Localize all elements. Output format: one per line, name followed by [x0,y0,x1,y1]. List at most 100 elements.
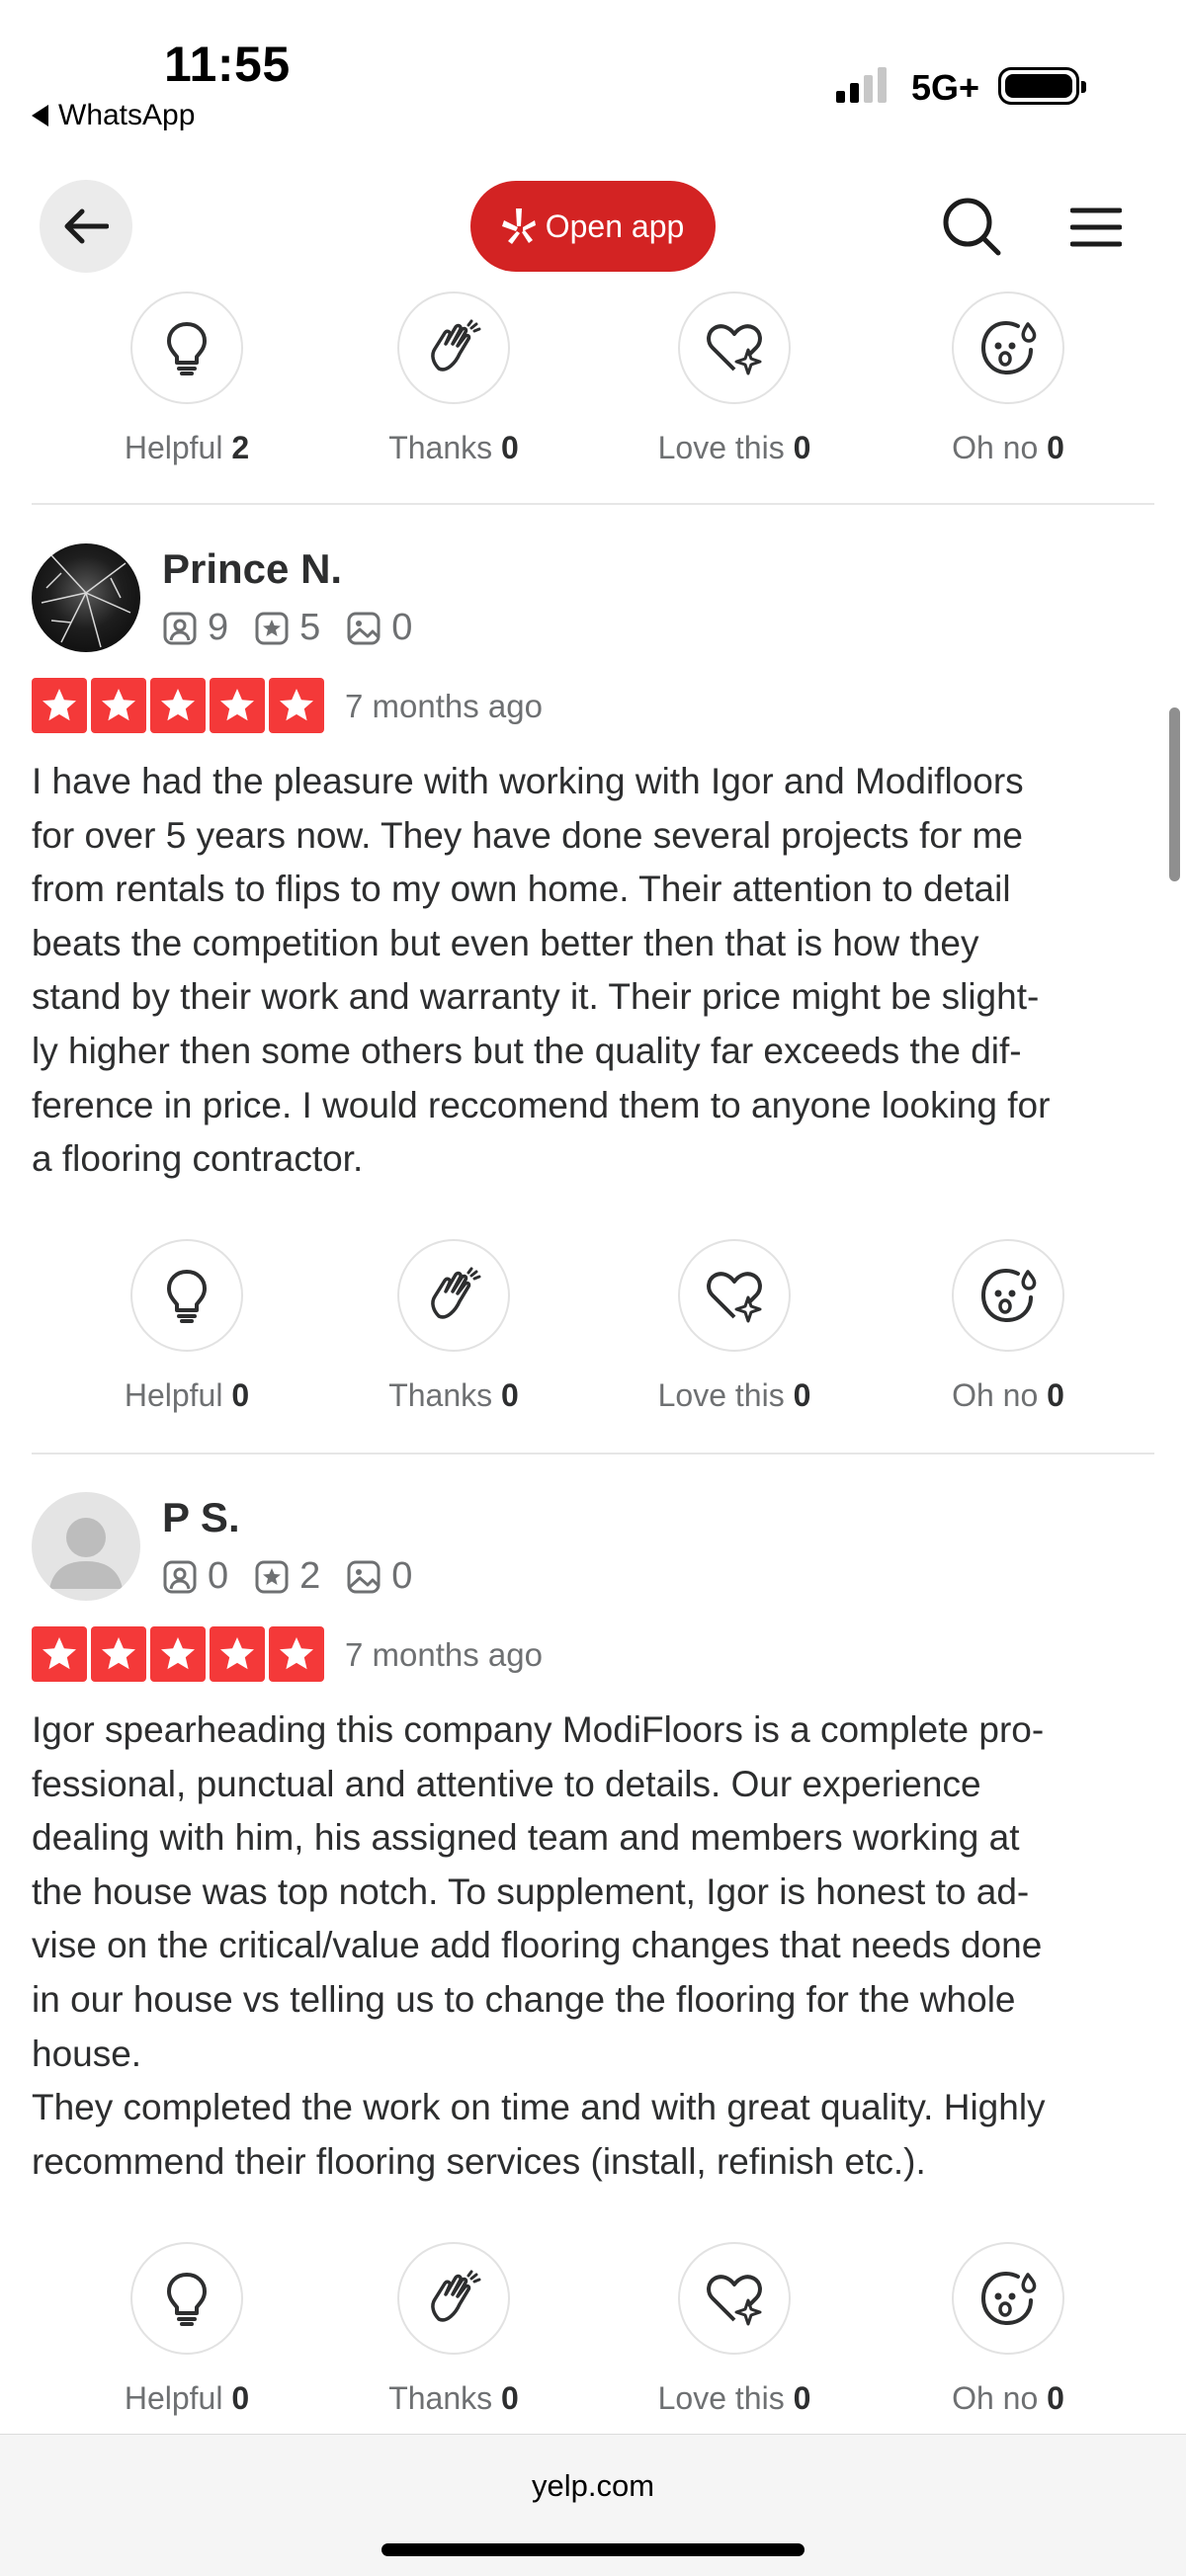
friends-icon [163,1560,197,1593]
review-date: 7 months ago [345,1636,543,1673]
love-this-count: 0 [793,2380,811,2416]
thanks-label: Thanks [388,430,493,465]
sweat-face-icon [980,2271,1037,2326]
photos-count: 0 [391,607,413,648]
sweat-face-icon [980,1268,1037,1323]
status-back-to-app[interactable]: WhatsApp [32,99,195,132]
oh-no-label: Oh no [952,2380,1039,2416]
star-icon [91,1626,146,1682]
reviewer-name[interactable]: P S. [162,1494,240,1541]
oh-no-reaction[interactable]: Oh no 0 [880,2242,1137,2417]
thanks-count: 0 [501,430,519,465]
reviewer-name[interactable]: Prince N. [162,545,342,593]
star-icon [150,1626,206,1682]
love-this-reaction[interactable]: Love this 0 [606,291,863,466]
helpful-reaction[interactable]: Helpful 2 [58,291,315,466]
menu-button[interactable] [1065,198,1127,257]
review-date: 7 months ago [345,688,543,724]
love-this-reaction[interactable]: Love this 0 [606,2242,863,2417]
helpful-label: Helpful [124,1377,223,1413]
love-this-label: Love this [657,1377,785,1413]
arrow-left-icon [64,208,109,244]
thanks-reaction[interactable]: Thanks 0 [325,291,582,466]
oh-no-reaction[interactable]: Oh no 0 [880,291,1137,466]
star-rating [32,678,324,733]
star-icon [210,678,265,733]
open-app-label: Open app [545,208,685,244]
thanks-label: Thanks [388,2380,493,2416]
oh-no-reaction[interactable]: Oh no 0 [880,1239,1137,1414]
reviewer-stats: 9 5 0 [162,607,438,649]
friends-count: 9 [208,607,229,648]
star-icon [150,678,206,733]
back-triangle-icon [32,105,48,126]
oh-no-count: 0 [1047,430,1064,465]
review-text: Igor spearheading this company ModiFloor… [32,1709,1046,2182]
lightbulb-icon [167,1270,207,1323]
love-this-label: Love this [657,430,785,465]
hamburger-menu-icon [1070,208,1122,247]
battery-icon [998,67,1086,105]
reviewer-avatar[interactable] [32,543,140,652]
reaction-bar: Helpful 0 Thanks 0 Love this 0 Oh no 0 [0,1239,1186,1417]
oh-no-label: Oh no [952,1377,1039,1413]
helpful-reaction[interactable]: Helpful 0 [58,2242,315,2417]
helpful-count: 0 [231,2380,250,2416]
home-indicator[interactable] [381,2543,805,2556]
sweat-face-icon [980,320,1037,375]
review-divider [32,1453,1154,1454]
star-icon [269,678,324,733]
browser-address-bar[interactable]: yelp.com [0,2434,1186,2576]
photos-icon [347,1560,381,1593]
back-button[interactable] [40,180,132,273]
reaction-bar: Helpful 2 Thanks 0 Love this 0 Oh no 0 [0,291,1186,469]
friends-icon [163,612,197,644]
heart-sparkle-icon [707,1272,762,1323]
scrollbar-thumb[interactable] [1169,707,1180,881]
reviews-count: 5 [299,607,321,648]
star-icon [269,1626,324,1682]
love-this-reaction[interactable]: Love this 0 [606,1239,863,1414]
love-this-label: Love this [657,2380,785,2416]
thanks-reaction[interactable]: Thanks 0 [325,2242,582,2417]
friends-count: 0 [208,1555,229,1597]
lightbulb-icon [167,322,207,375]
thanks-count: 0 [501,2380,519,2416]
thanks-reaction[interactable]: Thanks 0 [325,1239,582,1414]
reviewer-avatar[interactable] [32,1492,140,1601]
star-icon [32,678,87,733]
thanks-label: Thanks [388,1377,493,1413]
status-time: 11:55 [164,37,291,92]
helpful-label: Helpful [124,430,223,465]
oh-no-label: Oh no [952,430,1039,465]
search-button[interactable] [939,194,1004,259]
search-icon [943,198,1001,256]
star-rating [32,1626,324,1682]
cellular-signal-icon [836,65,887,103]
helpful-count: 0 [231,1377,250,1413]
helpful-reaction[interactable]: Helpful 0 [58,1239,315,1414]
url-label: yelp.com [531,2468,655,2503]
love-this-count: 0 [793,430,811,465]
default-avatar-icon [49,1518,123,1589]
helpful-count: 2 [231,430,250,465]
heart-sparkle-icon [707,2275,762,2326]
review-text: I have had the pleasure with working wit… [32,761,1051,1180]
status-back-app-label: WhatsApp [58,99,196,131]
star-icon [91,678,146,733]
thanks-count: 0 [501,1377,519,1413]
photos-count: 0 [391,1555,413,1597]
lightbulb-icon [167,2273,207,2326]
star-icon [210,1626,265,1682]
review-count-icon [255,612,289,644]
review-divider [32,503,1154,505]
reaction-bar: Helpful 0 Thanks 0 Love this 0 Oh no 0 [0,2242,1186,2420]
review-count-icon [255,1560,289,1593]
oh-no-count: 0 [1047,2380,1064,2416]
oh-no-count: 0 [1047,1377,1064,1413]
star-icon [32,1626,87,1682]
network-type: 5G+ [911,67,980,108]
helpful-label: Helpful [124,2380,223,2416]
open-app-button[interactable]: Open app [470,181,716,272]
photos-icon [347,612,381,644]
